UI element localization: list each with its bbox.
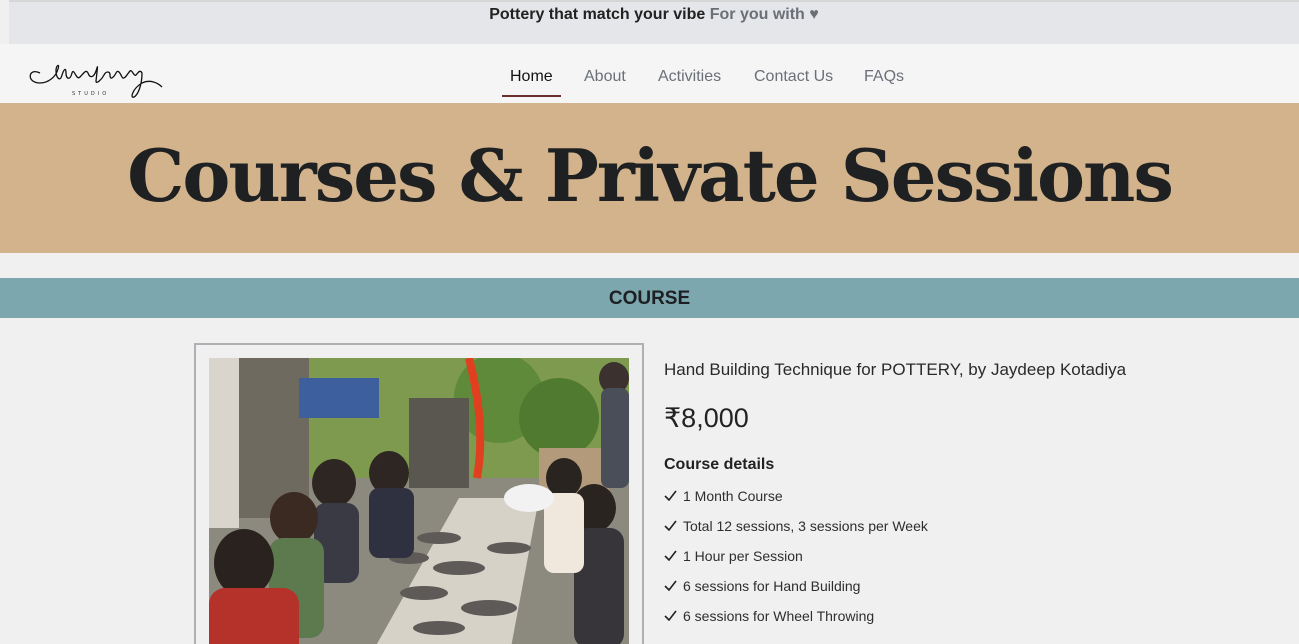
mudberry-logo[interactable]: STUDIO [26,55,166,101]
nav-active-underline [502,95,561,97]
hero-banner: Courses & Private Sessions [0,103,1299,253]
nav-activities[interactable]: Activities [658,68,721,86]
course-details-heading: Course details [664,456,775,473]
announcement-accent: For you with [709,6,805,23]
course-detail-item: 1 Hour per Session [664,548,803,564]
navbar: STUDIO Home About Activities Contact Us … [0,44,1299,103]
course-title: Hand Building Technique for POTTERY, by … [664,360,1127,379]
section-header: COURSE [0,278,1299,318]
heart-icon: ♥ [809,6,819,23]
announcement-text: Pottery that match your vibe For you wit… [9,6,1299,24]
course-detail-item: 6 sessions for Hand Building [664,578,860,594]
course-detail-text: 6 sessions for Hand Building [683,578,861,594]
announcement-bar: Pottery that match your vibe For you wit… [9,0,1299,44]
course-detail-item: Total 12 sessions, 3 sessions per Week [664,518,928,534]
course-detail-text: Total 12 sessions, 3 sessions per Week [683,518,928,534]
course-detail-item: 1 Month Course [664,488,783,504]
course-detail-text: 1 Hour per Session [683,548,803,564]
course-price: ₹8,000 [664,403,749,433]
course-photo-frame [194,343,644,644]
check-icon [664,548,678,564]
course-detail-text: 1 Month Course [683,488,783,504]
nav-home[interactable]: Home [510,68,553,86]
svg-text:STUDIO: STUDIO [72,91,109,97]
section-title: COURSE [608,288,691,309]
nav-about[interactable]: About [584,68,626,86]
announcement-bold: Pottery that match your vibe [489,6,706,23]
course-detail-item: 6 sessions for Wheel Throwing [664,608,874,624]
check-icon [664,518,678,534]
check-icon [664,488,678,504]
course-photo[interactable] [209,358,629,644]
nav-contact-us[interactable]: Contact Us [754,68,833,86]
check-icon [664,578,678,594]
check-icon [664,608,678,624]
nav-faqs[interactable]: FAQs [864,68,904,86]
hero-title: Courses & Private Sessions [127,133,1174,218]
course-detail-text: 6 sessions for Wheel Throwing [683,608,875,624]
